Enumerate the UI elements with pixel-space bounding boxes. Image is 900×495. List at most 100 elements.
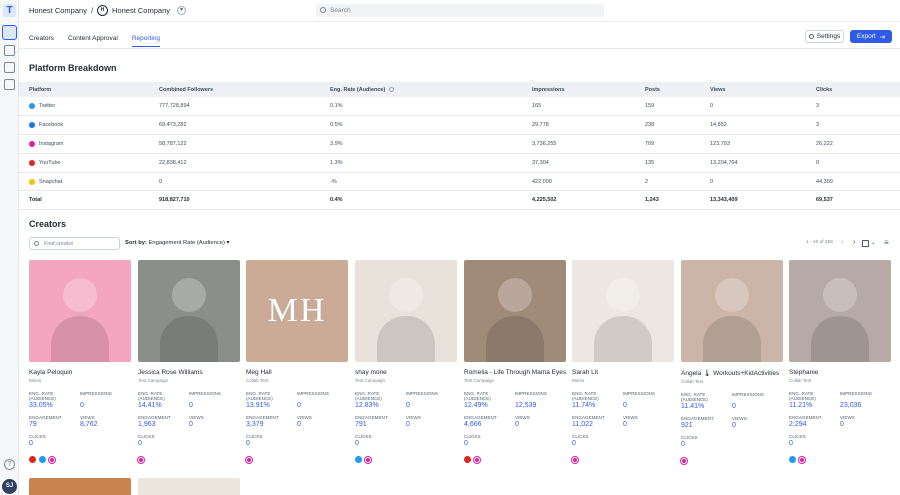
stat-eng-rate: ENG. RATE (AUDIENCE) 12.83% bbox=[355, 391, 406, 409]
search-icon bbox=[320, 7, 326, 13]
creator-name[interactable]: Romelia - Life Through Mama Eyes bbox=[464, 369, 566, 376]
stat-clicks: CLICKS 0 bbox=[464, 434, 515, 447]
creator-card[interactable]: Angela 🌡 Workouts+KidActivities Collab T… bbox=[681, 260, 783, 464]
app-logo[interactable]: T bbox=[3, 4, 16, 17]
creator-card[interactable]: Jessica Rose Williams Test Campaign ENG.… bbox=[138, 260, 240, 463]
stat-engagement: ENGAGEMENT 791 bbox=[355, 415, 406, 428]
user-avatar[interactable]: SJ bbox=[2, 479, 17, 494]
creator-photo[interactable] bbox=[681, 260, 783, 362]
stat-label: ENGAGEMENT bbox=[572, 415, 605, 420]
avatar-body-shape bbox=[160, 316, 218, 362]
creator-photo[interactable] bbox=[138, 260, 240, 362]
creator-photo[interactable] bbox=[464, 260, 566, 362]
eng-rate-cell: 0.1% bbox=[320, 97, 522, 117]
instagram-icon[interactable] bbox=[572, 456, 578, 463]
top-bar: Honest Company / H Honest Company ▾ bbox=[19, 0, 900, 22]
twitter-icon[interactable] bbox=[39, 456, 46, 463]
instagram-icon[interactable] bbox=[474, 456, 480, 463]
stat-label: ENG. RATE (AUDIENCE) bbox=[246, 391, 273, 401]
stat-label: ENGAGEMENT bbox=[681, 416, 714, 421]
stat-impressions: IMPRESSIONS 0 bbox=[732, 392, 783, 410]
creator-name[interactable]: Stephanie bbox=[789, 369, 891, 376]
stat-label: VIEWS bbox=[840, 415, 855, 420]
creator-name[interactable]: shay mone bbox=[355, 369, 457, 376]
col-clicks: Clicks bbox=[806, 82, 900, 97]
view-chevron-down-icon[interactable]: ▾ bbox=[872, 241, 875, 247]
creator-photo-partial[interactable] bbox=[29, 478, 131, 495]
breadcrumb-separator: / bbox=[90, 6, 94, 15]
creator-card[interactable]: Stephanie Collab Test ENG. RATE (AUDIENC… bbox=[789, 260, 891, 463]
followers-cell: 22,838,412 bbox=[149, 153, 320, 173]
youtube-icon[interactable] bbox=[29, 456, 36, 463]
help-icon[interactable]: ? bbox=[4, 459, 15, 470]
creator-card[interactable]: Sarah Lit Moms ENG. RATE (AUDIENCE) 11.74… bbox=[572, 260, 674, 463]
campaigns-nav-icon[interactable] bbox=[2, 25, 17, 40]
creator-name[interactable]: Sarah Lit bbox=[572, 369, 674, 376]
brand-switcher-chevron-icon[interactable]: ▾ bbox=[177, 6, 186, 15]
table-row: Twitter 777,728,894 0.1% 165 159 0 3 bbox=[19, 97, 900, 117]
documents-nav-icon[interactable] bbox=[4, 79, 15, 90]
creator-card[interactable]: MH Meg Hall Collab Test ENG. RATE (AUDIE… bbox=[246, 260, 348, 463]
impressions-cell: 37,304 bbox=[522, 153, 635, 173]
grid-view-icon[interactable] bbox=[862, 240, 869, 247]
col-eng-rate: Eng. Rate (Audience) bbox=[320, 82, 522, 97]
stat-value: 0 bbox=[355, 440, 359, 447]
export-button[interactable]: Export ⇥ bbox=[850, 30, 892, 43]
instagram-icon[interactable] bbox=[138, 456, 144, 463]
settings-button[interactable]: Settings bbox=[805, 30, 844, 43]
stat-label: ENG. RATE (AUDIENCE) bbox=[29, 391, 56, 401]
stat-impressions: IMPRESSIONS 0 bbox=[80, 391, 131, 409]
platform-name: Instagram bbox=[39, 140, 64, 147]
org-name[interactable]: Honest Company bbox=[29, 6, 87, 15]
stat-label: CLICKS bbox=[789, 434, 806, 439]
find-creator-input[interactable] bbox=[44, 239, 116, 249]
info-icon[interactable] bbox=[389, 86, 395, 92]
stat-value: 0 bbox=[681, 441, 685, 448]
prev-page-icon[interactable]: ‹ bbox=[841, 239, 843, 246]
twitter-icon[interactable] bbox=[789, 456, 796, 463]
creator-name[interactable]: Meg Hall bbox=[246, 369, 348, 376]
col-followers: Combined Followers bbox=[149, 82, 320, 97]
brand-name[interactable]: Honest Company bbox=[112, 6, 170, 15]
creator-photo[interactable]: MH bbox=[246, 260, 348, 362]
stat-impressions: IMPRESSIONS 0 bbox=[406, 391, 457, 409]
tab-reporting[interactable]: Reporting bbox=[131, 35, 160, 47]
creator-photo[interactable] bbox=[355, 260, 457, 362]
creator-name[interactable]: Angela 🌡 Workouts+KidActivities bbox=[681, 369, 783, 377]
creator-photo-partial[interactable] bbox=[138, 478, 240, 495]
creator-photo[interactable] bbox=[29, 260, 131, 362]
creator-name[interactable]: Kayla Peloquin bbox=[29, 369, 131, 376]
twitter-icon[interactable] bbox=[355, 456, 362, 463]
creator-name[interactable]: Jessica Rose Williams bbox=[138, 369, 240, 376]
creator-card[interactable]: shay mone Test Campaign ENG. RATE (AUDIE… bbox=[355, 260, 457, 463]
instagram-icon[interactable] bbox=[49, 456, 55, 463]
filter-icon[interactable]: ≡ bbox=[884, 238, 889, 247]
instagram-icon[interactable] bbox=[365, 456, 371, 463]
stat-impressions: IMPRESSIONS 0 bbox=[297, 391, 348, 409]
chevron-down-icon: ▾ bbox=[226, 240, 230, 246]
sort-by-control[interactable]: Sort by: Engagement Rate (Audience) ▾ bbox=[125, 240, 229, 246]
search-input[interactable] bbox=[330, 5, 590, 16]
instagram-icon[interactable] bbox=[246, 456, 252, 463]
export-label: Export bbox=[856, 33, 876, 40]
messages-nav-icon[interactable] bbox=[4, 45, 15, 56]
avatar-head-shape bbox=[389, 278, 423, 312]
creator-card[interactable]: Kayla Peloquin Moms ENG. RATE (AUDIENCE)… bbox=[29, 260, 131, 463]
content-nav-icon[interactable] bbox=[4, 62, 15, 73]
creator-photo[interactable] bbox=[572, 260, 674, 362]
eng-rate-cell: -% bbox=[320, 172, 522, 192]
tab-creators[interactable]: Creators bbox=[29, 35, 54, 47]
creator-photo[interactable] bbox=[789, 260, 891, 362]
tab-content-approval[interactable]: Content Approval bbox=[68, 35, 118, 47]
youtube-icon[interactable] bbox=[464, 456, 471, 463]
instagram-icon[interactable] bbox=[799, 456, 805, 463]
stat-label: VIEWS bbox=[80, 415, 95, 420]
next-page-icon[interactable]: › bbox=[853, 239, 855, 246]
settings-label: Settings bbox=[816, 33, 841, 40]
creator-campaign: Collab Test bbox=[681, 379, 704, 384]
creator-card[interactable]: Romelia - Life Through Mama Eyes Test Ca… bbox=[464, 260, 566, 463]
stat-value: 0 bbox=[80, 402, 84, 409]
stat-label: ENG. RATE (AUDIENCE) bbox=[572, 391, 599, 401]
instagram-icon[interactable] bbox=[681, 457, 687, 464]
platform-cell: Facebook bbox=[19, 115, 149, 136]
